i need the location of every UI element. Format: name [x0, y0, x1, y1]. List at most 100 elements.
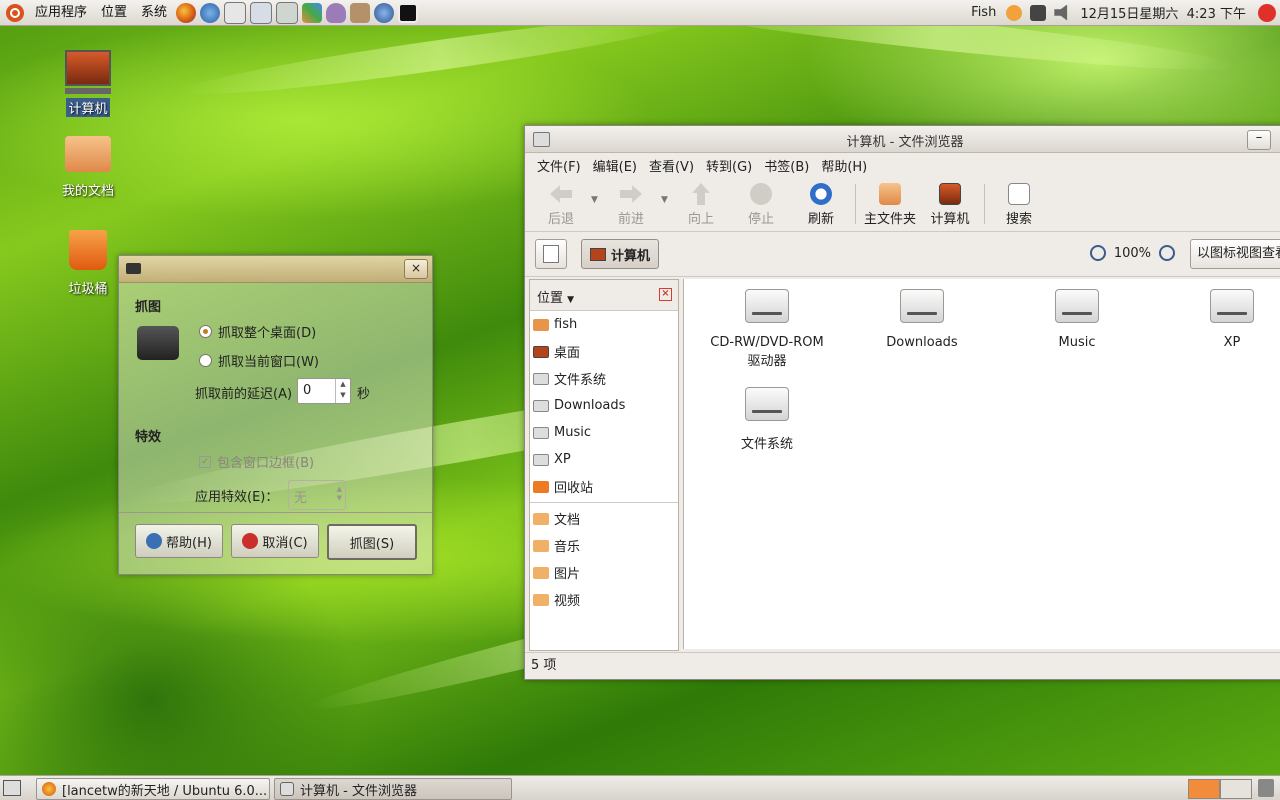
sidebar-item-filesystem[interactable]: 文件系统 [530, 365, 678, 392]
back-history-dropdown[interactable]: ▼ [591, 195, 601, 205]
drive-item-xp[interactable]: XP [1167, 279, 1280, 350]
zoom-level[interactable]: 100% [1114, 246, 1151, 261]
zoom-control: 100% [1089, 245, 1175, 261]
back-button[interactable]: 后退 [531, 181, 591, 227]
firefox-icon[interactable] [176, 2, 197, 23]
volume-icon[interactable] [1054, 4, 1068, 21]
cdrom-drive-icon [745, 289, 789, 323]
sidebar-item-desktop[interactable]: 桌面 [530, 338, 678, 365]
reload-button[interactable]: 刷新 [791, 181, 851, 227]
desktop-icon-computer[interactable]: 计算机 [48, 46, 128, 117]
folder-icon [533, 593, 549, 606]
radio-whole-desktop[interactable]: 抓取整个桌面(D) [199, 322, 316, 341]
icon-view[interactable]: CD-RW/DVD-ROM 驱动器 Downloads Music XP 文件系… [683, 279, 1280, 649]
show-desktop-icon[interactable] [3, 780, 21, 796]
messenger-icon[interactable] [250, 1, 273, 24]
fish-applet-icon[interactable] [1006, 4, 1023, 21]
clock[interactable]: 12月15日星期六 4:23 下午 [1080, 3, 1246, 22]
forward-history-dropdown[interactable]: ▼ [661, 195, 671, 205]
paint-icon[interactable] [302, 2, 323, 23]
desktop-icon-documents[interactable]: 我的文档 [48, 132, 128, 199]
task-button-file-browser[interactable]: 计算机 - 文件浏览器 [274, 778, 512, 800]
drive-item-downloads[interactable]: Downloads [857, 279, 987, 350]
ubuntu-logo-icon[interactable] [6, 3, 24, 22]
capture-button[interactable]: 抓图(S) [327, 524, 417, 560]
spin-arrows: ▲ ▼ [336, 485, 342, 502]
close-button[interactable]: × [404, 259, 428, 279]
forward-button[interactable]: 前进 [601, 181, 661, 227]
cancel-button[interactable]: 取消(C) [231, 524, 319, 558]
minimize-button[interactable]: – [1247, 130, 1271, 150]
gimp-icon[interactable] [350, 2, 371, 23]
forward-arrow-icon [620, 185, 642, 203]
menu-edit[interactable]: 编辑(E) [587, 156, 643, 175]
workspace-1[interactable] [1188, 779, 1220, 799]
search-button[interactable]: 搜索 [989, 181, 1049, 227]
task-button-browser[interactable]: [lancetw的新天地 / Ubuntu 6.0... [36, 778, 270, 800]
sidebar-item-music[interactable]: Music [530, 419, 678, 446]
terminal-tool-icon[interactable] [276, 1, 299, 24]
trash-applet-icon[interactable] [1258, 779, 1274, 797]
desktop-icon-trash[interactable]: 垃圾桶 [48, 230, 128, 297]
toolbar-separator [984, 184, 985, 224]
view-mode-select[interactable]: 以图标视图查看 [1190, 239, 1280, 269]
dialog-titlebar[interactable]: × [119, 256, 432, 283]
network-icon[interactable] [224, 1, 247, 24]
workspace-2[interactable] [1220, 779, 1252, 799]
zoom-in-icon[interactable] [1159, 245, 1175, 261]
toggle-location-entry-button[interactable] [535, 239, 567, 269]
up-button[interactable]: 向上 [671, 181, 731, 227]
sidebar-item-documents[interactable]: 文档 [530, 505, 678, 532]
effect-select[interactable]: 无 ▲ ▼ [288, 480, 346, 510]
edit-icon [543, 245, 559, 263]
drop-icon[interactable] [374, 2, 395, 23]
delay-label: 抓取前的延迟(A) [195, 387, 293, 402]
spin-arrows[interactable]: ▲ ▼ [335, 379, 350, 403]
menu-file[interactable]: 文件(F) [531, 156, 587, 175]
sidebar-item-pictures[interactable]: 图片 [530, 559, 678, 586]
network-monitor-icon[interactable] [1030, 4, 1047, 21]
drive-item-filesystem[interactable]: 文件系统 [702, 377, 832, 452]
menu-go[interactable]: 转到(G) [700, 156, 758, 175]
close-sidebar-icon[interactable]: × [659, 288, 672, 301]
drive-item-music[interactable]: Music [1012, 279, 1142, 350]
firefox-icon [42, 782, 56, 796]
radio-current-window[interactable]: 抓取当前窗口(W) [199, 351, 319, 370]
tray-user-name[interactable]: Fish [971, 5, 996, 20]
power-icon[interactable] [1258, 3, 1276, 22]
menu-help[interactable]: 帮助(H) [815, 156, 873, 175]
harddisk-icon [1210, 289, 1254, 323]
drive-item-cdrom[interactable]: CD-RW/DVD-ROM 驱动器 [702, 279, 832, 369]
home-button[interactable]: 主文件夹 [860, 181, 920, 227]
menu-applications[interactable]: 应用程序 [28, 0, 94, 25]
window-titlebar[interactable]: 计算机 - 文件浏览器 – [525, 126, 1280, 153]
computer-button[interactable]: 计算机 [920, 181, 980, 227]
delay-spinbutton[interactable]: 0 ▲ ▼ [297, 378, 351, 404]
menu-bookmarks[interactable]: 书签(B) [758, 156, 815, 175]
top-panel: 应用程序 位置 系统 Fish 12月15日星期六 4:23 下午 [0, 0, 1280, 26]
menu-view[interactable]: 查看(V) [643, 156, 700, 175]
menu-system[interactable]: 系统 [134, 0, 174, 25]
home-folder-icon [533, 318, 549, 331]
sidebar-item-downloads[interactable]: Downloads [530, 392, 678, 419]
sidebar-item-music-folder[interactable]: 音乐 [530, 532, 678, 559]
path-button-computer[interactable]: 计算机 [581, 239, 660, 269]
zoom-out-icon[interactable] [1089, 245, 1106, 261]
dialog-separator [119, 512, 432, 513]
include-border-checkbox[interactable]: ✓ 包含窗口边框(B) [199, 452, 314, 471]
sidebar-item-trash[interactable]: 回收站 [530, 473, 678, 500]
pidgin-icon[interactable] [326, 2, 347, 23]
help-button[interactable]: 帮助(H) [135, 524, 223, 558]
harddisk-icon [900, 289, 944, 323]
sidebar-item-home[interactable]: fish [530, 311, 678, 338]
stop-button[interactable]: 停止 [731, 181, 791, 227]
sidebar-item-videos[interactable]: 视频 [530, 586, 678, 613]
screenshot-tool-icon[interactable] [398, 2, 419, 23]
menu-places[interactable]: 位置 [94, 0, 134, 25]
sidebar-item-xp[interactable]: XP [530, 446, 678, 473]
sidebar-mode-select[interactable]: 位置 ▼ [537, 287, 574, 306]
file-browser-window: 计算机 - 文件浏览器 – 文件(F) 编辑(E) 查看(V) 转到(G) 书签… [524, 125, 1280, 680]
stop-icon [750, 183, 772, 205]
drive-icon [533, 426, 549, 439]
thunderbird-icon[interactable] [200, 2, 221, 23]
